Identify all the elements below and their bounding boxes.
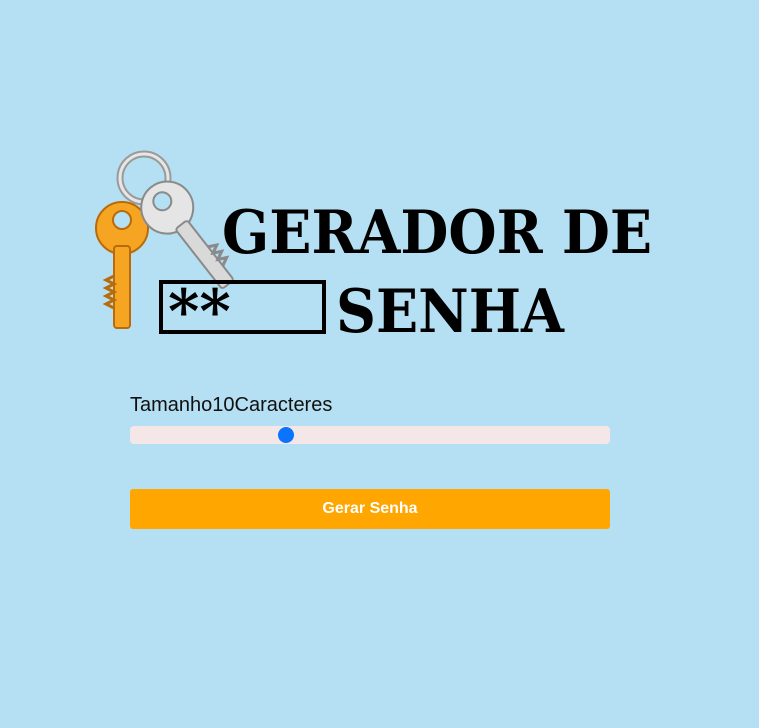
length-value: 10 xyxy=(212,394,235,416)
length-slider-group: Tamanho10Caracteres xyxy=(130,393,610,444)
logo-title-line1: GERADOR DE xyxy=(222,198,652,268)
length-slider[interactable] xyxy=(130,426,610,444)
length-label-suffix: Caracteres xyxy=(234,394,333,416)
page: ** GERADOR DE SENHA Tamanho10Caracteres … xyxy=(0,0,759,728)
length-slider-thumb[interactable] xyxy=(278,427,294,443)
generate-password-button[interactable]: Gerar Senha xyxy=(130,489,610,529)
password-mask: ** xyxy=(168,277,231,342)
length-label-prefix: Tamanho xyxy=(130,394,213,416)
logo: ** GERADOR DE SENHA xyxy=(86,146,658,342)
length-label: Tamanho10Caracteres xyxy=(130,393,610,417)
logo-title-line2: SENHA xyxy=(336,277,565,342)
